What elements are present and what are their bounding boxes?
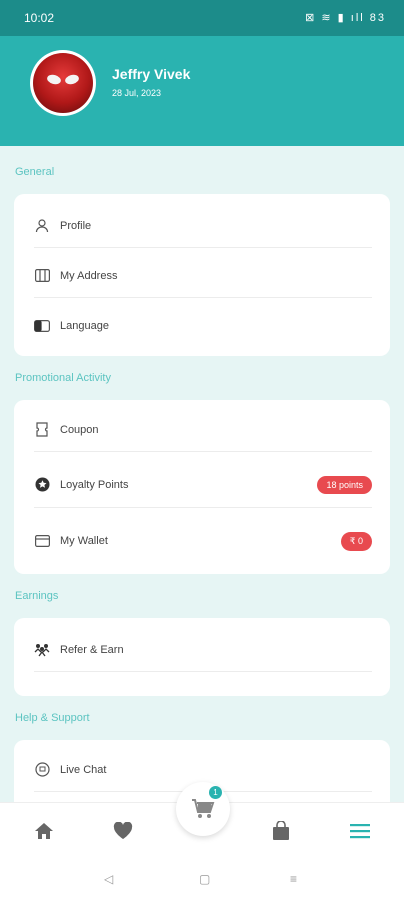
status-icons: ⊠ ≋ ▮ ıll 83 <box>305 12 386 24</box>
wishlist-tab[interactable] <box>113 821 133 841</box>
menu-item-profile[interactable]: Profile <box>34 204 372 248</box>
menu-item-my-wallet[interactable]: My Wallet ₹ 0 <box>34 518 372 564</box>
menu-item-language[interactable]: Language <box>34 304 372 348</box>
chat-icon <box>34 762 50 778</box>
menu-label: Language <box>60 320 109 332</box>
coupon-icon <box>34 422 50 438</box>
recents-icon[interactable]: ≡ <box>290 872 297 886</box>
star-badge-icon <box>34 477 50 493</box>
menu-label: Refer & Earn <box>60 643 124 656</box>
menu-label: Live Chat <box>60 763 107 776</box>
user-name: Jeffry Vivek <box>112 66 191 82</box>
map-icon <box>34 268 50 284</box>
section-title-general: General <box>15 166 55 178</box>
heart-icon <box>113 822 133 839</box>
status-bar: 10:02 ⊠ ≋ ▮ ıll 83 <box>0 0 404 36</box>
home-tab[interactable] <box>34 821 54 841</box>
shopping-bag-icon <box>273 821 289 840</box>
user-date: 28 Jul, 2023 <box>112 88 162 98</box>
menu-label: My Address <box>60 269 118 282</box>
home-icon <box>35 823 53 839</box>
menu-item-my-address[interactable]: My Address <box>34 254 372 298</box>
avatar[interactable] <box>30 50 96 116</box>
profile-header: Jeffry Vivek 28 Jul, 2023 <box>0 36 404 146</box>
menu-label: Loyalty Points <box>60 478 129 491</box>
cart-count-badge: 1 <box>209 786 222 799</box>
back-icon[interactable]: ◁ <box>104 872 113 886</box>
menu-icon <box>350 824 370 839</box>
language-icon <box>34 318 50 334</box>
card-general: Profile My Address Language <box>14 194 390 356</box>
card-earnings: Refer & Earn <box>14 618 390 696</box>
menu-item-coupon[interactable]: Coupon <box>34 408 372 452</box>
person-icon <box>34 218 50 234</box>
cart-icon <box>192 799 215 818</box>
home-button-icon[interactable]: ▢ <box>199 872 210 886</box>
menu-item-refer-earn[interactable]: Refer & Earn <box>34 628 372 672</box>
menu-label: Coupon <box>60 423 99 436</box>
status-time: 10:02 <box>24 11 55 25</box>
section-title-earnings: Earnings <box>15 590 59 602</box>
wallet-icon <box>34 533 50 549</box>
section-title-help: Help & Support <box>15 712 90 724</box>
menu-label: My Wallet <box>60 535 108 547</box>
menu-label: Profile <box>60 219 92 232</box>
card-promotional: Coupon Loyalty Points 18 points My Walle… <box>14 400 390 574</box>
group-icon <box>34 642 50 658</box>
wallet-balance-badge: ₹ 0 <box>340 531 372 551</box>
system-navigation-bar: ◁ ▢ ≡ <box>0 858 404 900</box>
loyalty-points-badge: 18 points <box>317 475 372 494</box>
menu-item-loyalty-points[interactable]: Loyalty Points 18 points <box>34 462 372 508</box>
cart-button[interactable]: 1 <box>176 782 230 836</box>
menu-tab[interactable] <box>350 821 370 841</box>
section-title-promotional: Promotional Activity <box>15 372 111 384</box>
orders-tab[interactable] <box>271 821 291 841</box>
